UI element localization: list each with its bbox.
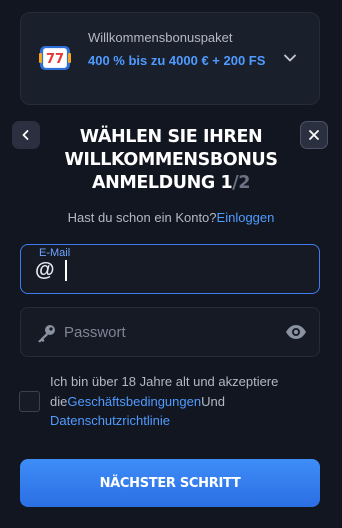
title-line-1: Wählen Sie Ihren: [79, 127, 263, 147]
page-title: Wählen Sie Ihren Willkommensbonus Anmeld…: [40, 126, 302, 195]
close-icon: [309, 130, 319, 140]
terms-checkbox[interactable]: [19, 391, 40, 412]
email-label: E-Mail: [39, 247, 71, 259]
password-field[interactable]: [20, 307, 320, 357]
password-input[interactable]: [64, 308, 279, 356]
chevron-left-icon: [22, 130, 29, 140]
bonus-title: Willkommensbonuspaket: [88, 30, 233, 45]
login-prompt: Hast du schon ein Konto?Einloggen: [0, 210, 342, 225]
at-sign-icon: @: [35, 259, 55, 281]
step-indicator: Anmeldung 1/2: [40, 172, 302, 195]
eye-icon[interactable]: [285, 324, 307, 340]
step-total: 2: [238, 173, 251, 193]
step-current: 1: [220, 173, 233, 193]
terms-text: Ich bin über 18 Jahre alt und akzeptiere…: [50, 372, 320, 431]
bonus-package-card[interactable]: 77 Willkommensbonuspaket 400 % bis zu 40…: [20, 12, 320, 105]
privacy-link[interactable]: Datenschutzrichtlinie: [50, 413, 170, 428]
terms-text-middle: Und: [201, 393, 225, 409]
bonus-description: 400 % bis zu 4000 € + 200 FS: [88, 53, 266, 68]
login-prompt-text: Hast du schon ein Konto?: [67, 210, 217, 225]
back-button[interactable]: [12, 121, 40, 149]
text-caret: [65, 260, 67, 281]
slot-machine-icon: 77: [39, 46, 71, 70]
close-button[interactable]: [300, 121, 328, 149]
chevron-down-icon[interactable]: [283, 51, 297, 65]
key-icon: [38, 325, 55, 343]
login-link[interactable]: Einloggen: [217, 210, 275, 225]
email-field[interactable]: E-Mail @: [20, 244, 320, 294]
terms-link[interactable]: Geschäftsbedingungen: [67, 394, 201, 409]
title-line-2: Willkommensbonus: [64, 150, 278, 170]
step-label: Anmeldung: [91, 173, 215, 193]
next-step-button[interactable]: Nächster Schritt: [20, 459, 320, 507]
svg-text:77: 77: [46, 52, 64, 67]
